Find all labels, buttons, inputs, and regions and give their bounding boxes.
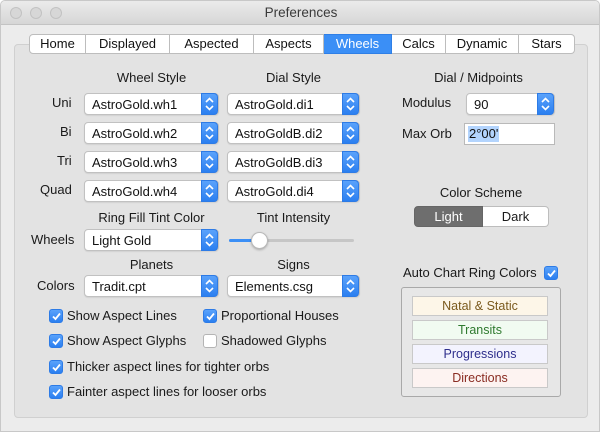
tab-stars[interactable]: Stars [519,34,575,54]
tint-intensity-header: Tint Intensity [256,210,331,225]
tab-home[interactable]: Home [29,34,86,54]
wheel-style-uni-popup[interactable]: AstroGold.wh1 [84,93,219,115]
show-aspect-lines-checkbox[interactable] [49,309,63,323]
natal-static-color-button[interactable]: Natal & Static [412,296,548,316]
tint-intensity-knob[interactable] [250,232,268,249]
chevron-updown-icon [342,151,359,173]
proportional-houses-label[interactable]: Proportional Houses [221,308,339,323]
shadowed-glyphs-checkbox[interactable] [203,334,217,348]
signs-header: Signs [277,257,310,272]
tab-wheels[interactable]: Wheels [324,34,392,54]
thicker-aspect-lines-label[interactable]: Thicker aspect lines for tighter orbs [67,359,269,374]
transits-color-button[interactable]: Transits [412,320,548,340]
row-label-uni: Uni [52,95,72,110]
chevron-updown-icon [201,229,218,251]
dial-style-bi-value: AstroGoldB.di2 [235,126,323,141]
signs-color-popup[interactable]: Elements.csg [227,275,360,297]
color-scheme-dark-button[interactable]: Dark [483,206,549,227]
tint-intensity-slider[interactable] [229,239,354,242]
dial-style-quad-popup[interactable]: AstroGold.di4 [227,180,360,202]
planets-header: Planets [129,257,174,272]
row-label-tri: Tri [57,153,72,168]
dial-style-uni-popup[interactable]: AstroGold.di1 [227,93,360,115]
tab-aspects[interactable]: Aspects [254,34,324,54]
tab-calcs[interactable]: Calcs [392,34,446,54]
chevron-updown-icon [342,122,359,144]
chevron-updown-icon [201,275,218,297]
ring-fill-tint-value: Light Gold [92,233,152,248]
wheel-style-tri-popup[interactable]: AstroGold.wh3 [84,151,219,173]
dial-style-tri-popup[interactable]: AstroGoldB.di3 [227,151,360,173]
fainter-aspect-lines-checkbox[interactable] [49,385,63,399]
row-label-quad: Quad [40,182,72,197]
fainter-aspect-lines-label[interactable]: Fainter aspect lines for looser orbs [67,384,266,399]
modulus-label: Modulus [402,95,452,110]
dial-midpoints-header: Dial / Midpoints [434,70,523,85]
dial-style-uni-value: AstroGold.di1 [235,97,314,112]
wheel-style-bi-popup[interactable]: AstroGold.wh2 [84,122,219,144]
modulus-popup[interactable]: 90 [466,93,555,115]
chevron-updown-icon [201,93,218,115]
chevron-updown-icon [201,151,218,173]
wheel-style-uni-value: AstroGold.wh1 [92,97,178,112]
wheel-style-header: Wheel Style [116,70,187,85]
tab-aspected[interactable]: Aspected [170,34,254,54]
max-orb-field[interactable]: 2°00' [464,123,555,145]
chevron-updown-icon [342,275,359,297]
ring-fill-tint-header: Ring Fill Tint Color [98,210,205,225]
wheel-style-bi-value: AstroGold.wh2 [92,126,178,141]
title-bar: Preferences [1,1,599,25]
dial-style-bi-popup[interactable]: AstroGoldB.di2 [227,122,360,144]
show-aspect-glyphs-checkbox[interactable] [49,334,63,348]
window-title: Preferences [264,5,338,20]
chevron-updown-icon [342,93,359,115]
directions-color-button[interactable]: Directions [412,368,548,388]
color-scheme-header: Color Scheme [439,185,523,200]
signs-color-value: Elements.csg [235,279,314,294]
max-orb-value: 2°00' [468,126,500,142]
row-label-bi: Bi [60,124,72,139]
progressions-color-button[interactable]: Progressions [412,344,548,364]
show-aspect-lines-label[interactable]: Show Aspect Lines [67,308,177,323]
shadowed-glyphs-label[interactable]: Shadowed Glyphs [221,333,327,348]
tab-dynamic[interactable]: Dynamic [446,34,519,54]
chevron-updown-icon [342,180,359,202]
preferences-window: Preferences Home Displayed Aspected Aspe… [0,0,600,432]
planets-color-value: Tradit.cpt [92,279,146,294]
dial-style-tri-value: AstroGoldB.di3 [235,155,323,170]
planets-color-popup[interactable]: Tradit.cpt [84,275,219,297]
wheels-row-label: Wheels [31,232,75,247]
color-scheme-light-button[interactable]: Light [414,206,483,227]
max-orb-label: Max Orb [402,126,452,141]
auto-chart-ring-colors-label[interactable]: Auto Chart Ring Colors [403,265,537,280]
modulus-value: 90 [474,97,489,112]
chevron-updown-icon [201,180,218,202]
chevron-updown-icon [201,122,218,144]
tab-displayed[interactable]: Displayed [86,34,170,54]
dial-style-quad-value: AstroGold.di4 [235,184,314,199]
thicker-aspect-lines-checkbox[interactable] [49,360,63,374]
show-aspect-glyphs-label[interactable]: Show Aspect Glyphs [67,333,186,348]
ring-colors-box: Natal & Static Transits Progressions Dir… [401,287,561,397]
color-scheme-segmented: Light Dark [414,206,549,227]
colors-row-label: Colors [37,278,75,293]
dial-style-header: Dial Style [266,70,321,85]
wheel-style-quad-value: AstroGold.wh4 [92,184,178,199]
wheel-style-tri-value: AstroGold.wh3 [92,155,178,170]
auto-chart-ring-colors-checkbox[interactable] [544,266,558,280]
wheel-style-quad-popup[interactable]: AstroGold.wh4 [84,180,219,202]
tab-bar: Home Displayed Aspected Aspects Wheels C… [29,34,575,54]
proportional-houses-checkbox[interactable] [203,309,217,323]
ring-fill-tint-popup[interactable]: Light Gold [84,229,219,251]
chevron-updown-icon [537,93,554,115]
